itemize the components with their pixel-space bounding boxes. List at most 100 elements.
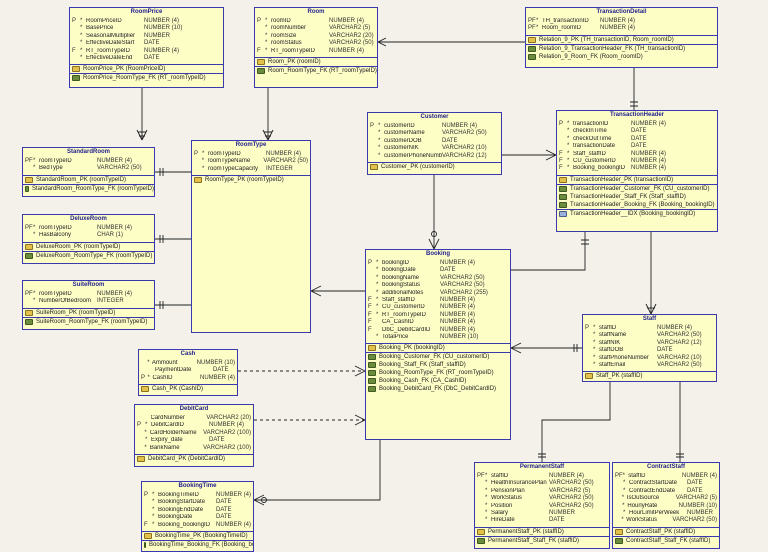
primary-key-row[interactable]: TransactionHeader_PK (transactionID) [557,176,717,184]
attribute-row[interactable]: P * customerID NUMBER (4) [370,123,499,130]
attribute-row[interactable]: * staffDOB DATE [585,347,714,354]
entity-standardroom[interactable]: StandardRoom PF * roomTypeID NUMBER (4) * BedT… [22,147,155,197]
primary-key-row[interactable]: RoomPrice_PK (RoomPriceID) [70,65,223,73]
entity-bookingtime[interactable]: BookingTime P * BookingTimeID NUMBER (4) * Boo… [141,481,254,552]
attribute-row[interactable]: * HourLimitPerWeek NUMBER [615,510,717,517]
entity-permanentstaff[interactable]: PermanentStaff PF * staffID NUMBER (4) * Healt… [474,462,610,549]
attribute-row[interactable]: * bookingStatus VARCHAR2 (50) [368,282,508,289]
attribute-row[interactable]: PF * TH_transactionID NUMBER (4) [528,18,715,25]
attribute-row[interactable]: * BasePrice NUMBER (10) [72,25,221,32]
attribute-row[interactable]: F * RT_roomTypeID NUMBER (4) [257,48,375,55]
attribute-row[interactable]: * roomTypeName VARCHAR2 (50) [194,158,308,165]
attribute-row[interactable]: P * DebitCardID NUMBER (4) [137,422,251,429]
attribute-row[interactable]: P * BookingTimeID NUMBER (4) [144,492,251,499]
attribute-row[interactable]: P * RoomPriceID NUMBER (4) [72,18,221,25]
attribute-row[interactable]: * CardHolderName VARCHAR2 (100) [137,430,251,437]
foreign-key-row[interactable]: TransactionHeader_Staff_FK (Staff_staffI… [557,193,717,201]
attribute-row[interactable]: * HasBalcony CHAR (1) [25,232,152,239]
foreign-key-row[interactable]: Booking_DebitCard_FK (DbC_DebitCardID) [366,385,510,393]
entity-room[interactable]: Room P * roomID NUMBER (4) * roomNumber VARCHAR… [254,7,378,88]
attribute-row[interactable]: CardNumber VARCHAR2 (20) [137,415,252,422]
foreign-key-row[interactable]: DeluxeRoom_RoomType_FK (roomTypeID) [23,252,154,260]
attribute-row[interactable]: PF * staffID NUMBER (4) [477,473,607,480]
attribute-row[interactable]: F * CU_customerID NUMBER (4) [368,304,508,311]
attribute-row[interactable]: * WorkStatus VARCHAR2 (50) [615,517,717,524]
primary-key-row[interactable]: DeluxeRoom_PK (roomTypeID) [23,243,154,251]
attribute-row[interactable]: F CA_CashID NUMBER (4) [368,319,508,326]
foreign-key-row[interactable]: SuiteRoom_RoomType_FK (roomTypeID) [23,318,154,326]
attribute-row[interactable]: * staffPhoneNumber VARCHAR2 (10) [585,355,714,362]
attribute-row[interactable]: PaymentDate DATE [141,367,235,374]
attribute-row[interactable]: F * Staff_staffID NUMBER (4) [368,297,508,304]
entity-suiteroom[interactable]: SuiteRoom PF * roomTypeID NUMBER (4) * NumberO… [22,280,155,330]
primary-key-row[interactable]: ContractStaff_PK (staffID) [613,528,719,536]
attribute-row[interactable]: * SeasonalMultiplier NUMBER [72,33,221,40]
attribute-row[interactable]: * customerPhoneNumber VARCHAR2 (12) [370,153,499,160]
foreign-key-row[interactable]: TransactionHeader_Booking_FK (Booking_bo… [557,201,717,209]
attribute-row[interactable]: * Position VARCHAR2 (50) [477,503,607,510]
attribute-row[interactable]: * roomNumber VARCHAR2 (5) [257,25,375,32]
primary-key-row[interactable]: Room_PK (roomID) [255,58,377,66]
foreign-key-row[interactable]: Booking_Cash_FK (CA_CashID) [366,377,510,385]
attribute-row[interactable]: * bookingDate DATE [368,267,508,274]
index-row[interactable]: TransactionHeader__IDX (Booking_bookingI… [557,210,717,218]
attribute-row[interactable]: * Expiry_date DATE [137,437,251,444]
entity-roomprice[interactable]: RoomPrice P * RoomPriceID NUMBER (4) * BasePri… [69,7,224,88]
foreign-key-row[interactable]: ContractStaff_Staff_FK (staffID) [613,537,719,545]
primary-key-row[interactable]: Customer_PK (customerID) [368,163,501,171]
attribute-row[interactable]: * NumberOfBedroom INTEGER [25,298,152,305]
attribute-row[interactable]: P * transactionID NUMBER (4) [559,121,715,128]
attribute-row[interactable]: * EffectiveDateEnd DATE [72,55,221,62]
attribute-row[interactable]: * checkOutTime DATE [559,136,715,143]
attribute-row[interactable]: * staffEmail VARCHAR2 (50) [585,362,714,369]
attribute-row[interactable]: PF * roomTypeID NUMBER (4) [25,225,152,232]
attribute-row[interactable]: P * roomTypeID NUMBER (4) [194,151,308,158]
primary-key-row[interactable]: StandardRoom_PK (roomTypeID) [23,176,154,184]
attribute-row[interactable]: * customerNIK VARCHAR2 (10) [370,145,499,152]
foreign-key-row[interactable]: RoomPrice_RoomType_FK (RT_roomTypeID) [70,74,223,82]
foreign-key-row[interactable]: StandardRoom_RoomType_FK (roomTypeID) [23,185,154,193]
attribute-row[interactable]: F * Booking_bookingID NUMBER (4) [559,165,715,172]
foreign-key-row[interactable]: Booking_RoomType_FK (RT_roomTypeID) [366,369,510,377]
attribute-row[interactable]: * roomStatus VARCHAR2 (50) [257,40,375,47]
attribute-row[interactable]: * HourlyRate NUMBER (10) [615,503,717,510]
foreign-key-row[interactable]: Room_RoomType_FK (RT_roomTypeID) [255,67,377,75]
primary-key-row[interactable]: Relation_9_PK (TH_transactionID, Room_ro… [526,36,717,44]
attribute-row[interactable]: * staffNIK VARCHAR2 (12) [585,340,714,347]
foreign-key-row[interactable]: Booking_Customer_FK (CU_customerID) [366,353,510,361]
attribute-row[interactable]: * transactionDate DATE [559,143,715,150]
entity-customer[interactable]: Customer P * customerID NUMBER (4) * customerN… [367,112,502,175]
attribute-row[interactable]: * Salary NUMBER [477,510,607,517]
entity-transactiondetail[interactable]: TransactionDetail PF * TH_transactionID NUMB… [525,7,718,68]
primary-key-row[interactable]: RoomType_PK (roomTypeID) [192,176,310,184]
entity-roomtype[interactable]: RoomType P * roomTypeID NUMBER (4) * roomTypeN… [191,140,311,333]
attribute-row[interactable]: PF * staffID NUMBER (4) [615,473,717,480]
foreign-key-row[interactable]: BookingTime_Booking_FK (Booking_bookingI… [142,541,253,549]
attribute-row[interactable]: * WorkStatus VARCHAR2 (50) [477,495,607,502]
attribute-row[interactable]: * IsOutsource VARCHAR2 (5) [615,495,717,502]
foreign-key-row[interactable]: PermanentStaff_Staff_FK (staffID) [475,537,609,545]
attribute-row[interactable]: F * RT_roomTypeID NUMBER (4) [368,312,508,319]
entity-booking[interactable]: Booking P * bookingID NUMBER (4) * bookingDate… [365,249,511,440]
foreign-key-row[interactable]: Relation_9_Room_FK (Room_roomID) [526,53,717,61]
attribute-row[interactable]: F * Staff_staffID NUMBER (4) [559,151,715,158]
attribute-row[interactable]: * PensionPlan VARCHAR2 (5) [477,488,607,495]
entity-staff[interactable]: Staff P * staffID NUMBER (4) * staffName VARCHA… [582,314,717,382]
attribute-row[interactable]: PF * roomTypeID NUMBER (4) [25,291,152,298]
attribute-row[interactable]: * bookingName VARCHAR2 (50) [368,275,508,282]
foreign-key-row[interactable]: TransactionHeader_Customer_FK (CU_custom… [557,185,717,193]
attribute-row[interactable]: * BookingDate DATE [144,514,251,521]
attribute-row[interactable]: * staffName VARCHAR2 (50) [585,332,714,339]
primary-key-row[interactable]: PermanentStaff_PK (staffID) [475,528,609,536]
primary-key-row[interactable]: Staff_PK (staffID) [583,372,716,380]
foreign-key-row[interactable]: Relation_9_TransactionHeader_FK (TH_tran… [526,45,717,53]
attribute-row[interactable]: * additionalNotes VARCHAR2 (255) [368,290,508,297]
primary-key-row[interactable]: DebitCard_PK (DebitCardID) [135,455,253,463]
entity-deluxeroom[interactable]: DeluxeRoom PF * roomTypeID NUMBER (4) * HasBal… [22,214,155,264]
entity-transactionheader[interactable]: TransactionHeader P * transactionID NUMBER (… [556,110,718,232]
attribute-row[interactable]: * ContractStartDate DATE [615,480,717,487]
attribute-row[interactable]: P * CashID NUMBER (4) [141,375,235,382]
attribute-row[interactable]: * HealthInsurancePlan VARCHAR2 (50) [477,480,607,487]
attribute-row[interactable]: * BookingStartDate DATE [144,499,251,506]
attribute-row[interactable]: P * roomID NUMBER (4) [257,18,375,25]
